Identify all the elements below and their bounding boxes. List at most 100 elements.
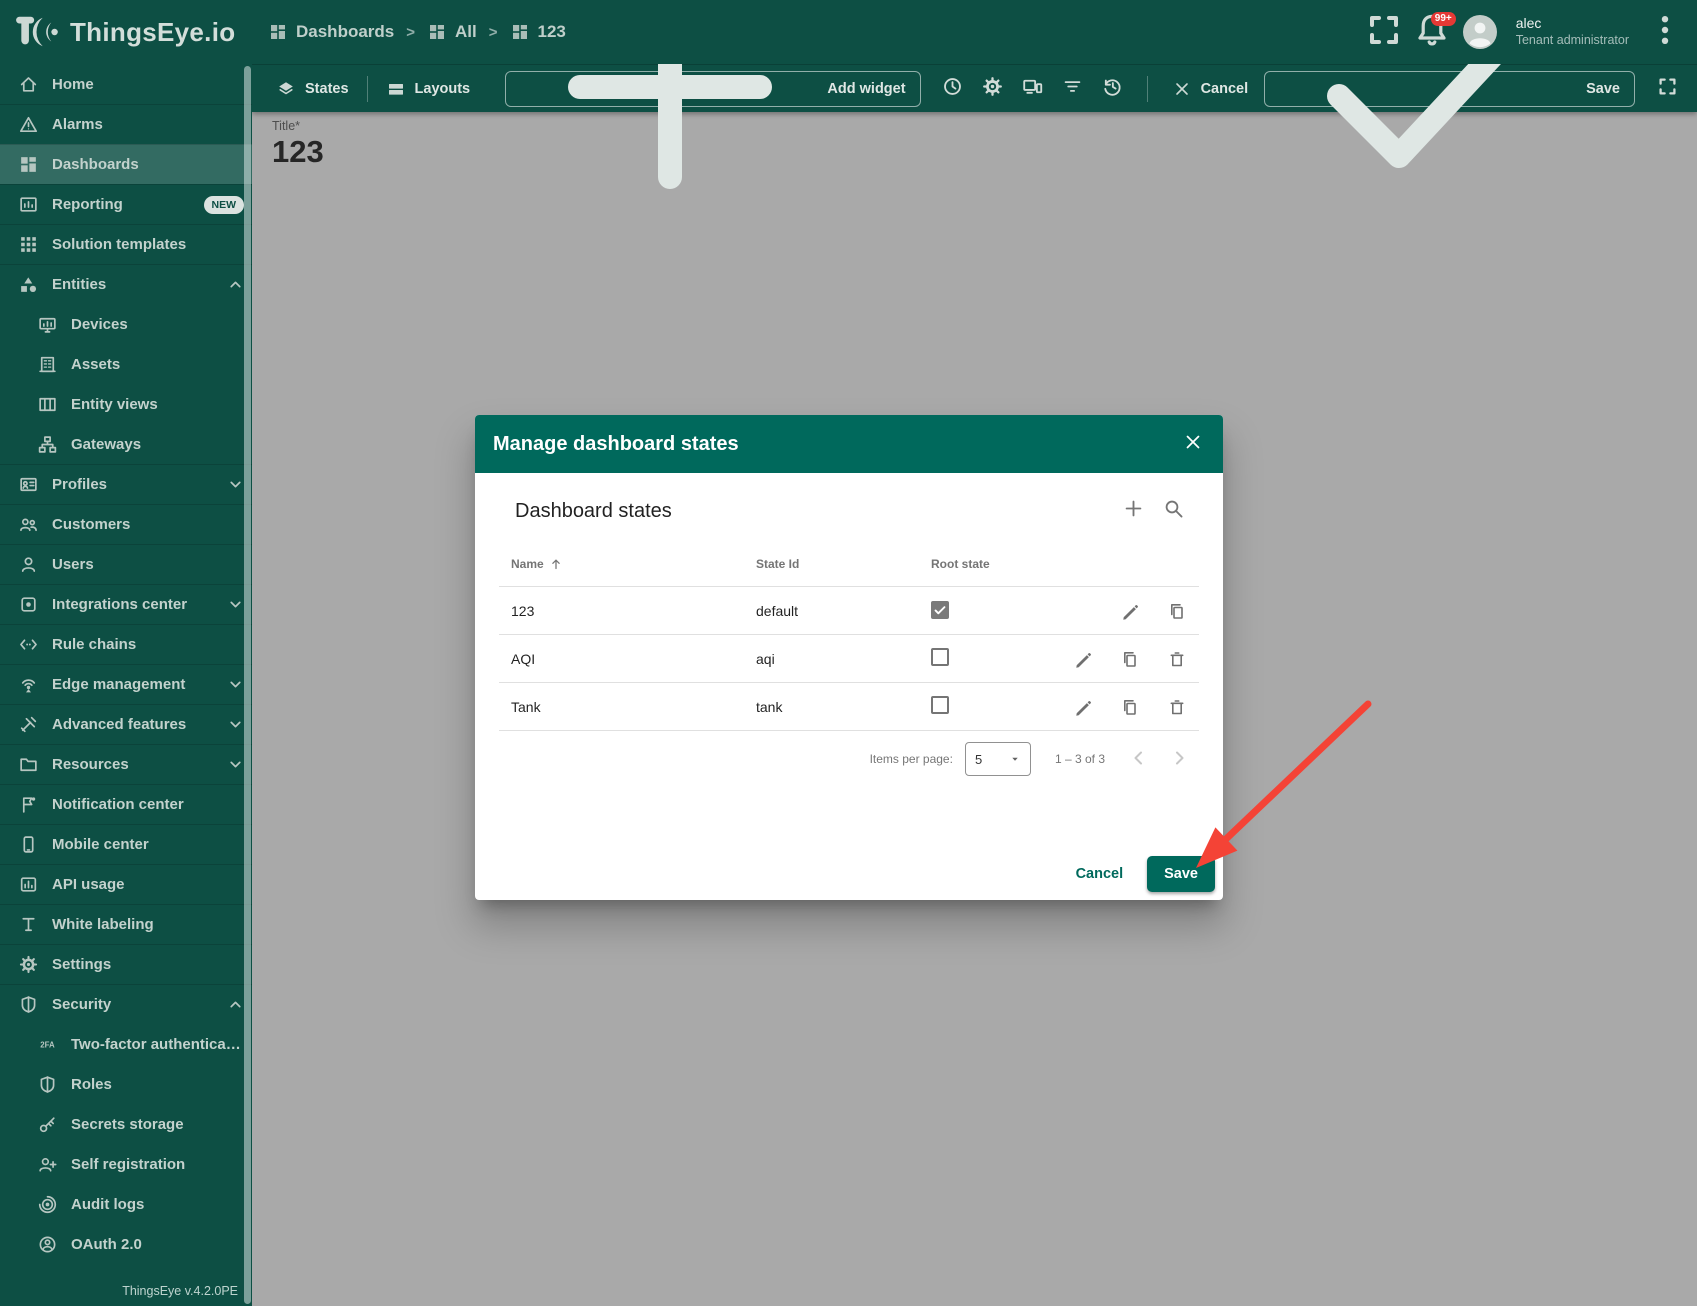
sidebar-item-alarms[interactable]: Alarms	[0, 104, 252, 144]
dashboard-toolbar: States Layouts Add widget Cancel	[252, 64, 1697, 112]
table-section-title: Dashboard states	[515, 500, 1113, 523]
tools-icon	[18, 714, 39, 735]
add-widget-button[interactable]: Add widget	[505, 71, 920, 107]
column-header-root-state[interactable]: Root state	[919, 557, 1038, 571]
sidebar-item-white-labeling[interactable]: White labeling	[0, 904, 252, 944]
state-row-tank[interactable]: Tanktank	[499, 683, 1199, 731]
chevron-up-icon	[227, 996, 244, 1013]
delete-state-button[interactable]	[1157, 639, 1197, 679]
devices-icon	[37, 314, 58, 335]
sidebar-item-edge-management[interactable]: Edge management	[0, 664, 252, 704]
sidebar-item-resources[interactable]: Resources	[0, 744, 252, 784]
sidebar-item-advanced-features[interactable]: Advanced features	[0, 704, 252, 744]
sidebar-item-secrets-storage[interactable]: Secrets storage	[0, 1104, 252, 1144]
sidebar-scrollbar[interactable]	[244, 66, 251, 1304]
user-role: Tenant administrator	[1516, 33, 1629, 49]
state-row-aqi[interactable]: AQIaqi	[499, 635, 1199, 683]
breadcrumb-item-dashboards[interactable]: Dashboards	[268, 22, 394, 42]
fullscreen-icon	[1364, 10, 1404, 55]
search-states-button[interactable]	[1153, 491, 1193, 531]
sidebar-item-assets[interactable]: Assets	[0, 344, 252, 384]
sidebar-item-label: Devices	[71, 316, 244, 333]
save-dashboard-button[interactable]: Save	[1264, 71, 1635, 107]
sidebar-item-integrations-center[interactable]: Integrations center	[0, 584, 252, 624]
dialog-save-button[interactable]: Save	[1147, 856, 1215, 892]
app-logo[interactable]: ThingsEye.io	[0, 13, 252, 51]
sidebar-item-security[interactable]: Security	[0, 984, 252, 1024]
filters-button[interactable]	[1053, 69, 1093, 109]
root-state-checkbox[interactable]	[931, 648, 949, 666]
user-avatar[interactable]	[1460, 12, 1500, 52]
duplicate-state-button[interactable]	[1110, 687, 1150, 727]
breadcrumb-item-123[interactable]: 123	[510, 22, 566, 42]
root-state-cell	[919, 648, 1038, 669]
sidebar-item-roles[interactable]: Roles	[0, 1064, 252, 1104]
sidebar-item-devices[interactable]: Devices	[0, 304, 252, 344]
state-id-cell: tank	[744, 699, 919, 715]
person-add-icon	[37, 1154, 58, 1175]
sidebar-item-label: Advanced features	[52, 716, 214, 733]
thingseye-logo-icon	[14, 13, 60, 51]
delete-state-button[interactable]	[1157, 687, 1197, 727]
sidebar-item-oauth-2-0[interactable]: OAuth 2.0	[0, 1224, 252, 1264]
user-info[interactable]: alec Tenant administrator	[1516, 15, 1629, 48]
sidebar-item-settings[interactable]: Settings	[0, 944, 252, 984]
notifications-button[interactable]: 99+	[1412, 12, 1452, 52]
edit-state-button[interactable]	[1110, 591, 1150, 631]
2fa-icon: 2FA	[37, 1034, 58, 1055]
profiles-icon	[18, 474, 39, 495]
sidebar-item-solution-templates[interactable]: Solution templates	[0, 224, 252, 264]
sidebar-item-users[interactable]: Users	[0, 544, 252, 584]
avatar-icon	[1460, 12, 1500, 52]
breadcrumb-label: All	[455, 22, 477, 42]
sidebar-item-self-registration[interactable]: Self registration	[0, 1144, 252, 1184]
previous-page-button[interactable]	[1119, 739, 1159, 779]
dialog-cancel-button[interactable]: Cancel	[1062, 856, 1138, 892]
sidebar-item-rule-chains[interactable]: Rule chains	[0, 624, 252, 664]
page-size-select[interactable]: 5	[965, 742, 1031, 776]
edit-state-button[interactable]	[1063, 687, 1103, 727]
sidebar-item-gateways[interactable]: Gateways	[0, 424, 252, 464]
toolbar-right-actions: Add widget Cancel Save	[505, 69, 1687, 109]
sidebar-item-api-usage[interactable]: API usage	[0, 864, 252, 904]
root-state-checkbox[interactable]	[931, 696, 949, 714]
sidebar-item-entities[interactable]: Entities	[0, 264, 252, 304]
sidebar-item-dashboards[interactable]: Dashboards	[0, 144, 252, 184]
duplicate-state-button[interactable]	[1157, 591, 1197, 631]
sidebar-item-audit-logs[interactable]: Audit logs	[0, 1184, 252, 1224]
dashboard-settings-button[interactable]	[973, 69, 1013, 109]
sidebar-item-home[interactable]: Home	[0, 64, 252, 104]
version-history-button[interactable]	[1093, 69, 1133, 109]
sidebar-item-entity-views[interactable]: Entity views	[0, 384, 252, 424]
sidebar-item-notification-center[interactable]: Notification center	[0, 784, 252, 824]
layouts-button[interactable]: Layouts	[376, 71, 481, 107]
add-state-button[interactable]	[1113, 491, 1153, 531]
header-more-menu-button[interactable]	[1645, 12, 1685, 52]
entity-aliases-button[interactable]	[1013, 69, 1053, 109]
sidebar-item-label: Resources	[52, 756, 214, 773]
sidebar-item-two-factor-authentication[interactable]: 2FATwo-factor authentication	[0, 1024, 252, 1064]
sidebar-item-label: Profiles	[52, 476, 214, 493]
duplicate-state-button[interactable]	[1110, 639, 1150, 679]
edit-state-button[interactable]	[1063, 639, 1103, 679]
states-button[interactable]: States	[266, 71, 359, 107]
toolbar-divider	[367, 76, 368, 102]
cancel-edit-button[interactable]: Cancel	[1162, 71, 1259, 107]
state-row-123[interactable]: 123default	[499, 587, 1199, 635]
fullscreen-toggle-button[interactable]	[1364, 12, 1404, 52]
dialog-close-button[interactable]	[1171, 422, 1215, 466]
toolbar-fullscreen-button[interactable]	[1647, 69, 1687, 109]
sidebar-item-mobile-center[interactable]: Mobile center	[0, 824, 252, 864]
column-header-state-id[interactable]: State Id	[744, 557, 919, 571]
root-state-checkbox[interactable]	[931, 601, 949, 619]
breadcrumb-item-all[interactable]: All	[427, 22, 477, 42]
chevron-down-icon	[227, 476, 244, 493]
time-window-button[interactable]	[933, 69, 973, 109]
layouts-label: Layouts	[415, 81, 471, 97]
sidebar-item-customers[interactable]: Customers	[0, 504, 252, 544]
sidebar-item-profiles[interactable]: Profiles	[0, 464, 252, 504]
next-page-button[interactable]	[1159, 739, 1199, 779]
state-name-cell: 123	[499, 603, 744, 619]
sidebar-item-reporting[interactable]: ReportingNEW	[0, 184, 252, 224]
column-header-name[interactable]: Name	[499, 557, 744, 571]
